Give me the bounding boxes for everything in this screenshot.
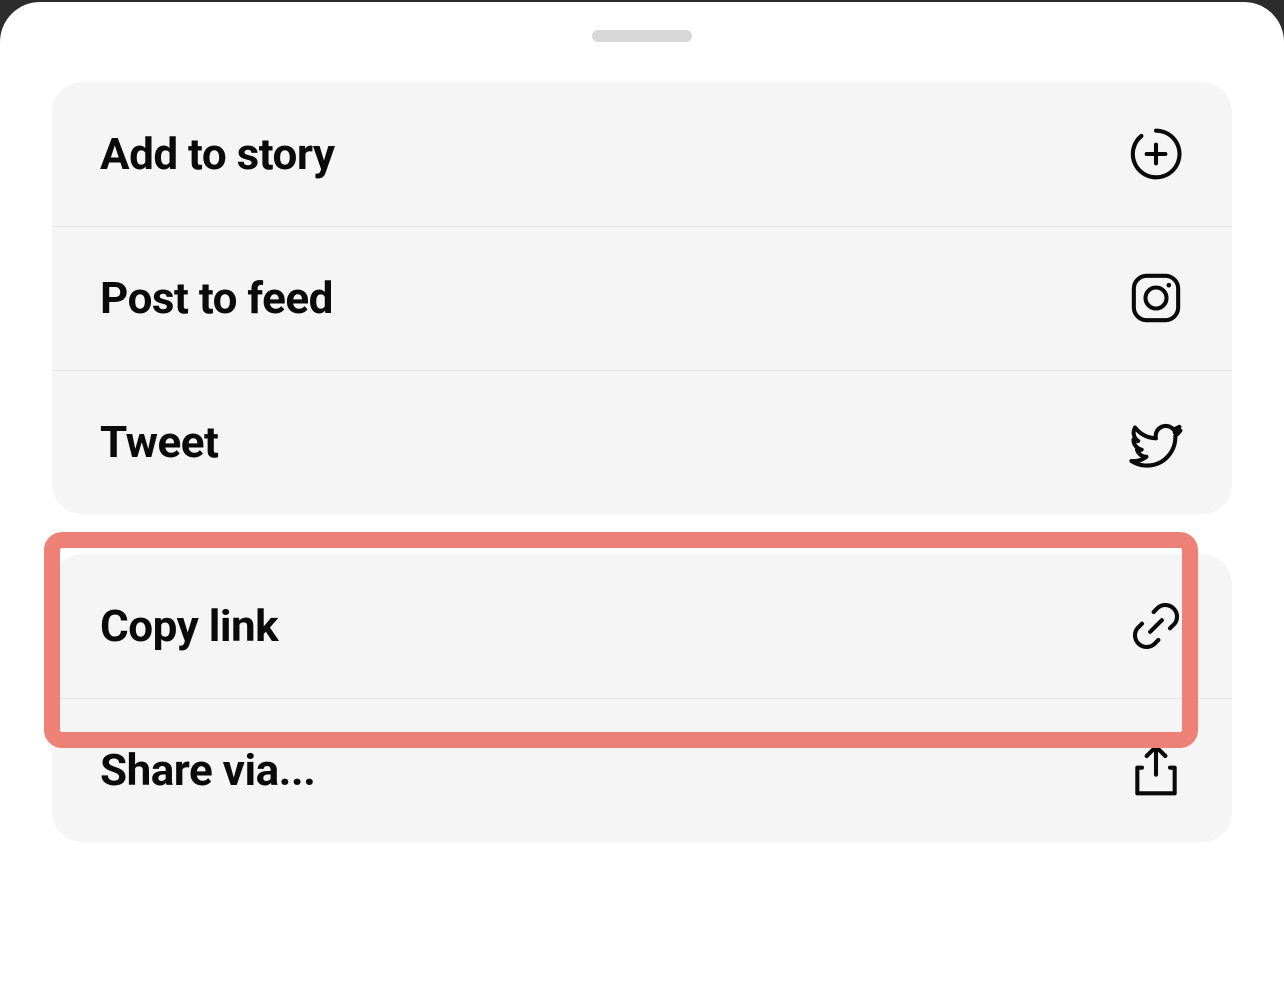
share-via-label: Share via... [100, 744, 315, 796]
post-to-feed-row[interactable]: Post to feed [52, 226, 1232, 370]
add-to-story-row[interactable]: Add to story [52, 82, 1232, 226]
share-group-1: Add to story Post to feed [52, 82, 1232, 514]
tweet-label: Tweet [100, 416, 218, 468]
post-to-feed-label: Post to feed [100, 272, 333, 324]
add-to-story-label: Add to story [100, 128, 335, 180]
copy-link-label: Copy link [100, 600, 278, 652]
sheet-content: Add to story Post to feed [0, 82, 1284, 842]
tweet-row[interactable]: Tweet [52, 370, 1232, 514]
link-icon [1128, 598, 1184, 654]
copy-link-row[interactable]: Copy link [52, 554, 1232, 698]
share-sheet: Add to story Post to feed [0, 2, 1284, 1001]
drag-handle[interactable] [592, 30, 692, 42]
share-group-2: Copy link Share via... [52, 554, 1232, 842]
add-to-story-icon [1128, 126, 1184, 182]
share-via-row[interactable]: Share via... [52, 698, 1232, 842]
instagram-icon [1128, 270, 1184, 326]
share-icon [1128, 742, 1184, 798]
twitter-icon [1128, 414, 1184, 470]
